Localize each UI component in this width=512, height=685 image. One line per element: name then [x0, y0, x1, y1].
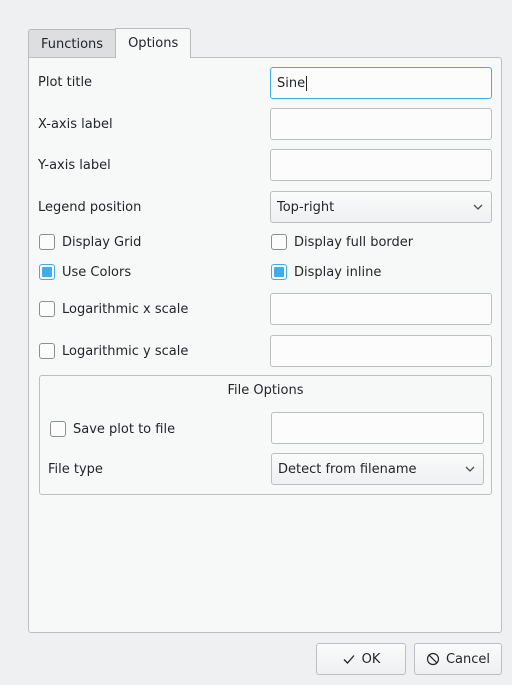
legend-position-label: Legend position: [38, 200, 142, 215]
display-full-border-box[interactable]: [271, 234, 287, 250]
display-grid-label: Display Grid: [62, 234, 142, 250]
plot-title-label: Plot title: [38, 75, 93, 90]
plot-title-value: Sine: [277, 75, 306, 91]
legend-position-value: Top-right: [277, 199, 335, 215]
log-y-base-input[interactable]: [270, 335, 492, 367]
log-x-checkbox[interactable]: Logarithmic x scale: [39, 301, 188, 317]
tab-bar: Functions Options: [28, 28, 192, 58]
log-x-box[interactable]: [39, 301, 55, 317]
chevron-down-icon: [465, 466, 475, 472]
file-type-select[interactable]: Detect from filename: [271, 453, 484, 485]
file-type-label: File type: [48, 462, 103, 477]
check-icon: [343, 655, 355, 664]
file-type-value: Detect from filename: [278, 461, 417, 477]
xaxis-label: X-axis label: [38, 117, 113, 132]
log-y-label: Logarithmic y scale: [62, 343, 189, 359]
cancel-button[interactable]: Cancel: [414, 643, 502, 675]
display-full-border-label: Display full border: [294, 234, 414, 250]
text-caret: [306, 75, 308, 91]
ok-button[interactable]: OK: [316, 643, 406, 675]
display-grid-checkbox[interactable]: Display Grid: [39, 234, 141, 250]
file-options-group: File Options Save plot to file File type…: [39, 375, 492, 495]
use-colors-label: Use Colors: [62, 264, 132, 280]
save-plot-box[interactable]: [50, 421, 66, 437]
log-y-checkbox[interactable]: Logarithmic y scale: [39, 343, 188, 359]
display-inline-label: Display inline: [294, 264, 382, 280]
display-inline-checkbox[interactable]: Display inline: [271, 264, 381, 280]
use-colors-box[interactable]: [39, 264, 55, 280]
cancel-label: Cancel: [445, 651, 491, 667]
file-options-title: File Options: [227, 383, 304, 398]
save-plot-filename-input[interactable]: [271, 412, 484, 444]
tab-options[interactable]: Options: [115, 28, 192, 58]
cancel-icon: [426, 652, 440, 666]
use-colors-checkbox[interactable]: Use Colors: [39, 264, 131, 280]
save-plot-label: Save plot to file: [73, 421, 176, 437]
ok-label: OK: [361, 651, 381, 667]
yaxis-input[interactable]: [270, 149, 492, 181]
yaxis-label: Y-axis label: [38, 158, 111, 173]
log-y-box[interactable]: [39, 343, 55, 359]
display-full-border-checkbox[interactable]: Display full border: [271, 234, 413, 250]
options-panel: Plot title Sine X-axis label Y-axis labe…: [28, 57, 502, 633]
display-inline-box[interactable]: [271, 264, 287, 280]
log-x-base-input[interactable]: [270, 293, 492, 325]
tab-functions[interactable]: Functions: [28, 29, 116, 58]
chevron-down-icon: [473, 204, 483, 210]
log-x-label: Logarithmic x scale: [62, 301, 189, 317]
plot-title-input[interactable]: Sine: [270, 67, 492, 99]
display-grid-box[interactable]: [39, 234, 55, 250]
xaxis-input[interactable]: [270, 108, 492, 140]
save-plot-checkbox[interactable]: Save plot to file: [50, 421, 175, 437]
legend-position-select[interactable]: Top-right: [270, 191, 492, 223]
